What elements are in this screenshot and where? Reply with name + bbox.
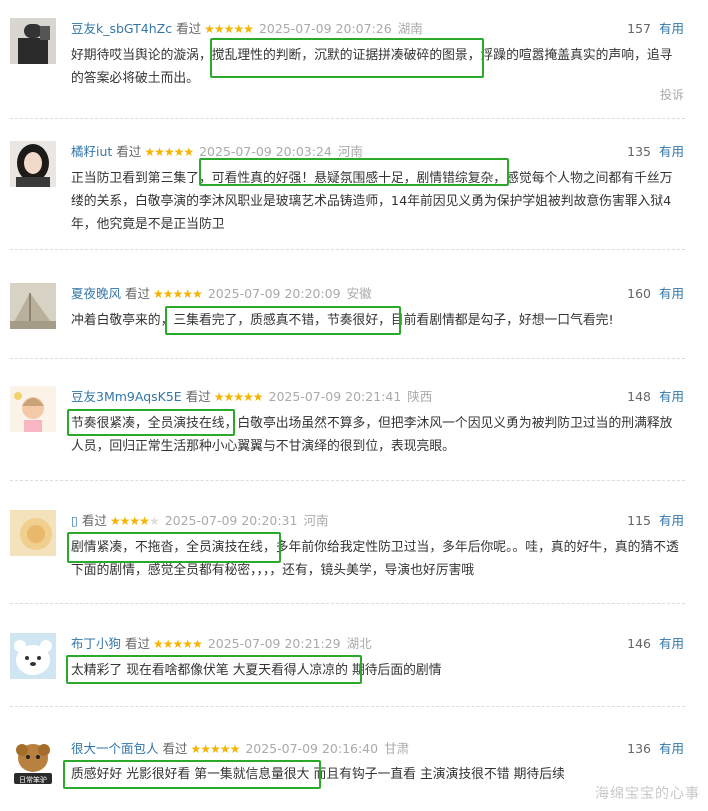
watched-label: 看过 bbox=[162, 741, 188, 756]
watermark: 海绵宝宝的心事 bbox=[595, 786, 700, 802]
watched-label: 看过 bbox=[81, 513, 107, 528]
vote-area: 157 有用 bbox=[627, 20, 684, 38]
vote-area: 160 有用 bbox=[627, 285, 684, 303]
comment-time: 2025-07-09 20:21:41 bbox=[268, 389, 402, 404]
vote-area: 146 有用 bbox=[627, 635, 684, 653]
highlight-box bbox=[67, 409, 235, 436]
useful-button[interactable]: 有用 bbox=[659, 21, 684, 36]
highlight-box bbox=[165, 306, 401, 335]
divider bbox=[10, 706, 685, 707]
rating-stars: ★★★★★ bbox=[190, 742, 241, 756]
rating-stars: ★★★★★ bbox=[153, 287, 203, 301]
highlight-box bbox=[199, 158, 509, 186]
comment-time: 2025-07-09 20:21:29 bbox=[207, 636, 341, 651]
watched-label: 看过 bbox=[125, 286, 151, 301]
watched-label: 看过 bbox=[185, 389, 211, 404]
comment-time: 2025-07-09 20:07:26 bbox=[258, 21, 392, 36]
comment-location: 甘肃 bbox=[384, 741, 410, 756]
avatar[interactable]: 日常笨驴 bbox=[10, 738, 56, 784]
highlight-box bbox=[63, 760, 321, 789]
watched-label: 看过 bbox=[176, 21, 202, 36]
comment-meta: 豆友3Mm9AqsK5E 看过 ★★★★★ 2025-07-09 20:21:41 陕… bbox=[71, 388, 432, 406]
avatar[interactable] bbox=[10, 386, 56, 432]
divider bbox=[10, 249, 685, 250]
comment-time: 2025-07-09 20:20:09 bbox=[207, 286, 341, 301]
report-link[interactable]: 投诉 bbox=[660, 86, 684, 103]
useful-button[interactable]: 有用 bbox=[659, 513, 684, 528]
comment-time: 2025-07-09 20:16:40 bbox=[245, 741, 379, 756]
useful-button[interactable]: 有用 bbox=[659, 144, 684, 159]
username-link[interactable]: 豆友k_sbGT4hZc bbox=[71, 21, 172, 36]
highlight-box bbox=[210, 38, 484, 78]
useful-button[interactable]: 有用 bbox=[659, 286, 684, 301]
vote-count: 115 bbox=[627, 513, 651, 528]
avatar[interactable] bbox=[10, 633, 56, 679]
vote-count: 157 bbox=[627, 21, 651, 36]
highlight-box bbox=[66, 655, 362, 684]
comment-time: 2025-07-09 20:20:31 bbox=[164, 513, 298, 528]
comment-meta: ▯ 看过 ★★★★★ 2025-07-09 20:20:31 河南 bbox=[71, 512, 328, 530]
vote-area: 136 有用 bbox=[627, 740, 684, 758]
vote-count: 135 bbox=[627, 144, 651, 159]
avatar[interactable] bbox=[10, 141, 56, 187]
highlight-box bbox=[67, 532, 281, 563]
watched-label: 看过 bbox=[116, 144, 142, 159]
rating-stars: ★★★★★ bbox=[213, 390, 264, 404]
divider bbox=[10, 118, 685, 119]
comment-meta: 豆友k_sbGT4hZc 看过 ★★★★★ 2025-07-09 20:07:26 湖… bbox=[71, 20, 423, 38]
comment-time: 2025-07-09 20:03:24 bbox=[199, 144, 332, 159]
vote-count: 160 bbox=[627, 286, 651, 301]
username-link[interactable]: 夏夜晚风 bbox=[71, 286, 121, 301]
comment-location: 安徽 bbox=[346, 286, 372, 301]
comment-meta: 夏夜晚风 看过 ★★★★★ 2025-07-09 20:20:09 安徽 bbox=[71, 285, 372, 303]
comment-location: 河南 bbox=[337, 144, 363, 159]
comment-location: 陕西 bbox=[407, 389, 433, 404]
avatar[interactable] bbox=[10, 283, 56, 329]
useful-button[interactable]: 有用 bbox=[659, 636, 684, 651]
watched-label: 看过 bbox=[125, 636, 151, 651]
username-link[interactable]: ▯ bbox=[71, 513, 78, 528]
rating-stars: ★★★★★ bbox=[109, 514, 160, 528]
username-link[interactable]: 布丁小狗 bbox=[71, 636, 121, 651]
vote-count: 146 bbox=[627, 636, 651, 651]
rating-stars: ★★★★★ bbox=[144, 145, 194, 159]
comment-location: 湖南 bbox=[397, 21, 423, 36]
divider bbox=[10, 358, 685, 359]
avatar[interactable] bbox=[10, 510, 56, 556]
rating-stars: ★★★★★ bbox=[153, 637, 203, 651]
divider bbox=[10, 603, 685, 604]
vote-count: 136 bbox=[627, 741, 651, 756]
comment-meta: 很大一个面包人 看过 ★★★★★ 2025-07-09 20:16:40 甘肃 bbox=[71, 740, 409, 758]
comment-location: 河南 bbox=[303, 513, 329, 528]
vote-area: 135 有用 bbox=[627, 143, 684, 161]
divider bbox=[10, 480, 685, 481]
vote-count: 148 bbox=[627, 389, 651, 404]
username-link[interactable]: 豆友3Mm9AqsK5E bbox=[71, 389, 182, 404]
vote-area: 115 有用 bbox=[627, 512, 684, 530]
avatar[interactable] bbox=[10, 18, 56, 64]
vote-area: 148 有用 bbox=[627, 388, 684, 406]
comment-meta: 布丁小狗 看过 ★★★★★ 2025-07-09 20:21:29 湖北 bbox=[71, 635, 372, 653]
username-link[interactable]: 橘籽iut bbox=[71, 144, 112, 159]
comment-location: 湖北 bbox=[346, 636, 372, 651]
username-link[interactable]: 很大一个面包人 bbox=[71, 741, 159, 756]
avatar-caption: 日常笨驴 bbox=[19, 775, 47, 784]
rating-stars: ★★★★★ bbox=[204, 22, 254, 36]
useful-button[interactable]: 有用 bbox=[659, 389, 684, 404]
useful-button[interactable]: 有用 bbox=[659, 741, 684, 756]
